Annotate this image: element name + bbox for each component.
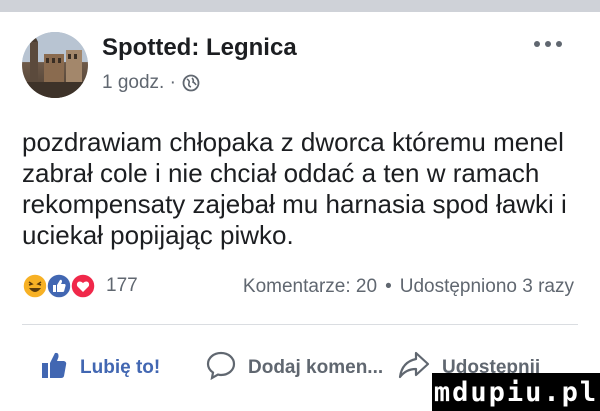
post-time[interactable]: 1 godz. ·	[102, 72, 176, 94]
post-text-line: zabrał cole i nie chciał oddać a ten w r…	[22, 158, 540, 188]
comment-button-label: Dodaj komen...	[248, 357, 384, 378]
post-text-line: pozdrawiam chłopaka z dworca któremu men…	[22, 127, 564, 157]
post-text-line: uciekał popijając piwko.	[22, 220, 294, 250]
reactions-summary[interactable]: 177	[22, 272, 138, 300]
thumbs-up-icon	[40, 350, 68, 386]
share-count[interactable]: Udostępniono 3 razy	[400, 276, 574, 298]
post-meta: 1 godz. ·	[102, 70, 200, 96]
comment-count[interactable]: Komentarze: 20	[243, 276, 377, 298]
watermark-logo: mdupiu.pl	[432, 373, 600, 411]
stats-separator: •	[385, 276, 392, 297]
haha-reaction-icon	[22, 273, 48, 299]
like-button-label: Lubię to!	[80, 357, 161, 378]
page-avatar[interactable]	[22, 32, 88, 98]
comment-bubble-icon	[206, 350, 236, 386]
love-reaction-icon	[70, 273, 96, 299]
divider	[22, 324, 578, 325]
globe-icon	[182, 74, 200, 92]
page-name[interactable]: Spotted: Legnica	[102, 34, 297, 62]
more-options-icon[interactable]	[530, 34, 566, 54]
post-stats: Komentarze: 20 • Udostępniono 3 razy	[243, 274, 574, 300]
share-arrow-icon	[398, 350, 430, 386]
reaction-count: 177	[106, 275, 138, 296]
like-button[interactable]: Lubię to!	[40, 348, 160, 388]
post-text-line: rekompensaty zajebał mu harnasia spod ła…	[22, 189, 567, 219]
like-reaction-icon	[46, 273, 72, 299]
post-text: pozdrawiam chłopaka z dworca któremu men…	[22, 127, 592, 251]
top-bar	[0, 0, 600, 12]
comment-button[interactable]: Dodaj komen...	[206, 348, 383, 388]
